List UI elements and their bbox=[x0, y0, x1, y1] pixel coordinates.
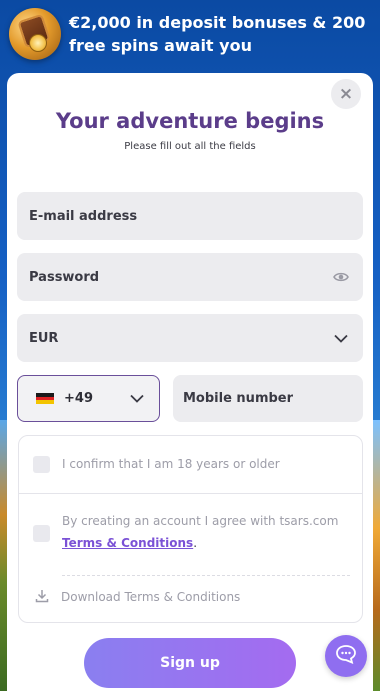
mobile-number-field[interactable]: Mobile number bbox=[173, 375, 363, 422]
email-field[interactable]: E-mail address bbox=[17, 192, 363, 240]
terms-consent-text: By creating an account I agree with tsar… bbox=[62, 510, 358, 554]
terms-checkbox[interactable] bbox=[33, 525, 50, 542]
close-button[interactable]: × bbox=[331, 79, 361, 109]
download-label: Download Terms & Conditions bbox=[61, 590, 241, 604]
terms-suffix: . bbox=[193, 536, 198, 550]
currency-value: EUR bbox=[29, 330, 59, 346]
promo-banner: €2,000 in deposit bonuses & 200 free spi… bbox=[0, 0, 380, 72]
sign-up-button[interactable]: Sign up bbox=[84, 638, 296, 688]
close-icon: × bbox=[338, 84, 354, 104]
germany-flag-icon bbox=[36, 393, 54, 405]
dashed-divider bbox=[62, 575, 350, 576]
eye-icon[interactable] bbox=[331, 267, 351, 287]
chat-button[interactable] bbox=[325, 635, 367, 677]
promo-text: €2,000 in deposit bonuses & 200 free spi… bbox=[69, 13, 366, 55]
chat-icon bbox=[335, 644, 357, 668]
terms-link[interactable]: Terms & Conditions bbox=[62, 536, 193, 550]
password-field[interactable]: Password bbox=[17, 253, 363, 301]
modal-title: Your adventure begins bbox=[55, 109, 325, 133]
consent-divider bbox=[18, 493, 363, 494]
modal-subtitle: Please fill out all the fields bbox=[124, 141, 256, 152]
age-label: I confirm that I am 18 years or older bbox=[62, 457, 280, 471]
sign-up-label: Sign up bbox=[160, 655, 220, 671]
phone-code-select[interactable]: +49 bbox=[17, 375, 160, 422]
age-checkbox[interactable] bbox=[33, 456, 50, 473]
currency-select[interactable]: EUR bbox=[17, 314, 363, 362]
phone-code-value: +49 bbox=[64, 391, 93, 406]
email-placeholder: E-mail address bbox=[29, 208, 138, 224]
download-icon bbox=[35, 589, 51, 605]
terms-prefix: By creating an account I agree with tsar… bbox=[62, 514, 339, 528]
chevron-down-icon bbox=[127, 389, 147, 409]
download-terms-link[interactable]: Download Terms & Conditions bbox=[35, 589, 240, 605]
treasure-chest-icon bbox=[9, 8, 61, 60]
mobile-placeholder: Mobile number bbox=[183, 391, 294, 406]
chevron-down-icon bbox=[331, 328, 351, 348]
password-placeholder: Password bbox=[29, 269, 100, 285]
